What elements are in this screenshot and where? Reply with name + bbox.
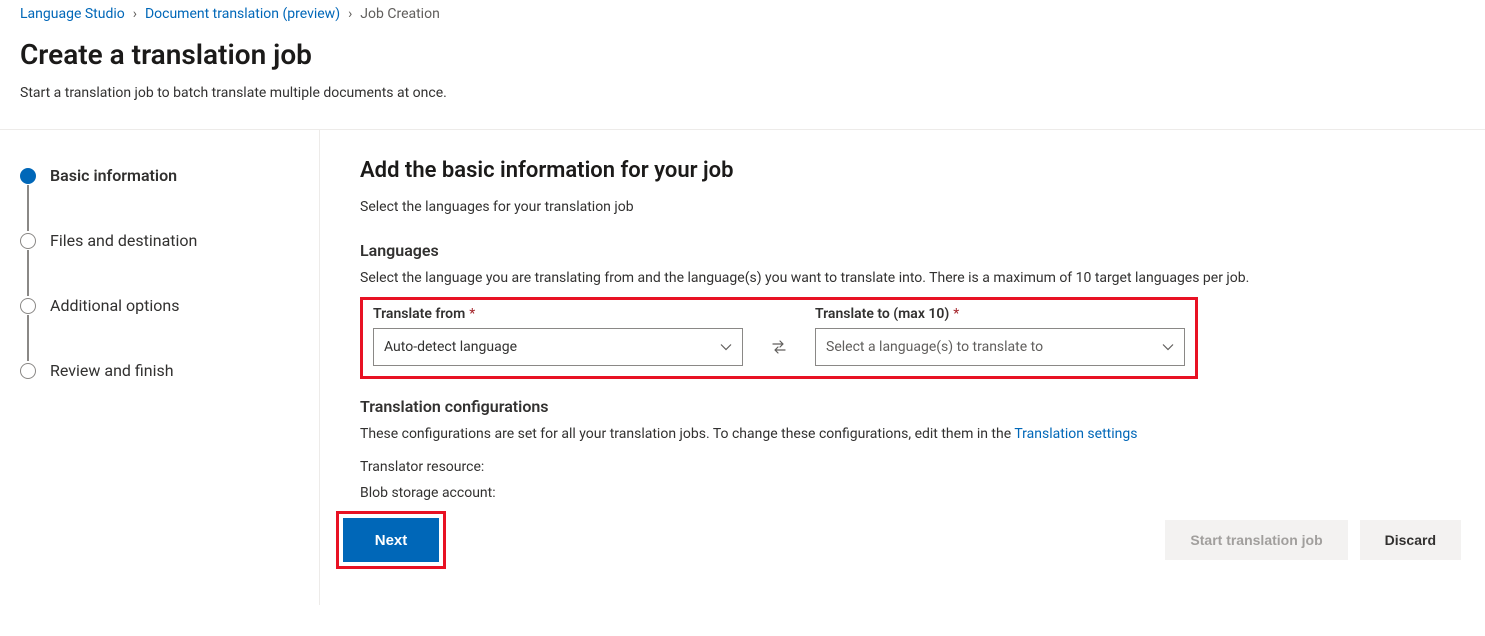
breadcrumb-link-language-studio[interactable]: Language Studio — [20, 6, 125, 22]
translate-to-dropdown[interactable]: Select a language(s) to translate to — [815, 328, 1185, 366]
footer-bar: Next Start translation job Discard — [360, 511, 1473, 585]
translate-from-field: Translate from* Auto-detect language — [373, 306, 743, 366]
section-title: Add the basic information for your job — [360, 158, 1473, 183]
step-files-and-destination[interactable]: Files and destination — [20, 231, 299, 250]
config-heading: Translation configurations — [360, 397, 1473, 416]
breadcrumb: Language Studio › Document translation (… — [20, 4, 1465, 30]
next-button[interactable]: Next — [343, 518, 439, 562]
step-label: Additional options — [50, 296, 179, 315]
step-connector — [27, 250, 29, 296]
breadcrumb-current: Job Creation — [360, 6, 440, 22]
translation-settings-link[interactable]: Translation settings — [1014, 426, 1137, 442]
section-subtitle: Select the languages for your translatio… — [360, 199, 1473, 215]
step-indicator-icon — [20, 363, 36, 379]
translate-from-dropdown[interactable]: Auto-detect language — [373, 328, 743, 366]
blob-storage-label: Blob storage account: — [360, 485, 1473, 501]
languages-description: Select the language you are translating … — [360, 268, 1473, 289]
step-connector — [27, 185, 29, 231]
breadcrumb-link-document-translation[interactable]: Document translation (preview) — [145, 6, 340, 22]
translate-from-value: Auto-detect language — [384, 339, 517, 355]
next-highlight-box: Next — [336, 511, 446, 569]
required-icon: * — [469, 306, 475, 322]
languages-highlight-box: Translate from* Auto-detect language — [360, 297, 1198, 379]
step-label: Review and finish — [50, 361, 174, 380]
translator-resource-label: Translator resource: — [360, 459, 1473, 475]
step-connector — [27, 315, 29, 361]
step-label: Basic information — [50, 166, 177, 185]
chevron-right-icon: › — [133, 6, 137, 22]
step-indicator-icon — [20, 298, 36, 314]
config-description: These configurations are set for all you… — [360, 424, 1473, 445]
translate-to-label: Translate to (max 10)* — [815, 306, 1185, 322]
translate-to-placeholder: Select a language(s) to translate to — [826, 339, 1043, 355]
step-indicator-icon — [20, 168, 36, 184]
required-icon: * — [953, 306, 959, 322]
step-basic-information[interactable]: Basic information — [20, 166, 299, 185]
step-indicator-icon — [20, 233, 36, 249]
page-subtitle: Start a translation job to batch transla… — [20, 85, 1465, 101]
languages-heading: Languages — [360, 241, 1473, 260]
stepper: Basic information Files and destination … — [0, 130, 320, 605]
swap-icon — [770, 338, 788, 356]
step-label: Files and destination — [50, 231, 197, 250]
step-additional-options[interactable]: Additional options — [20, 296, 299, 315]
page-title: Create a translation job — [20, 38, 1465, 71]
step-review-and-finish[interactable]: Review and finish — [20, 361, 299, 380]
chevron-down-icon — [720, 341, 732, 353]
discard-button[interactable]: Discard — [1360, 520, 1461, 560]
chevron-down-icon — [1162, 341, 1174, 353]
translate-to-field: Translate to (max 10)* Select a language… — [815, 306, 1185, 366]
chevron-right-icon: › — [348, 6, 352, 22]
translate-from-label: Translate from* — [373, 306, 743, 322]
swap-languages-button[interactable] — [761, 329, 797, 365]
start-translation-job-button[interactable]: Start translation job — [1165, 520, 1347, 560]
